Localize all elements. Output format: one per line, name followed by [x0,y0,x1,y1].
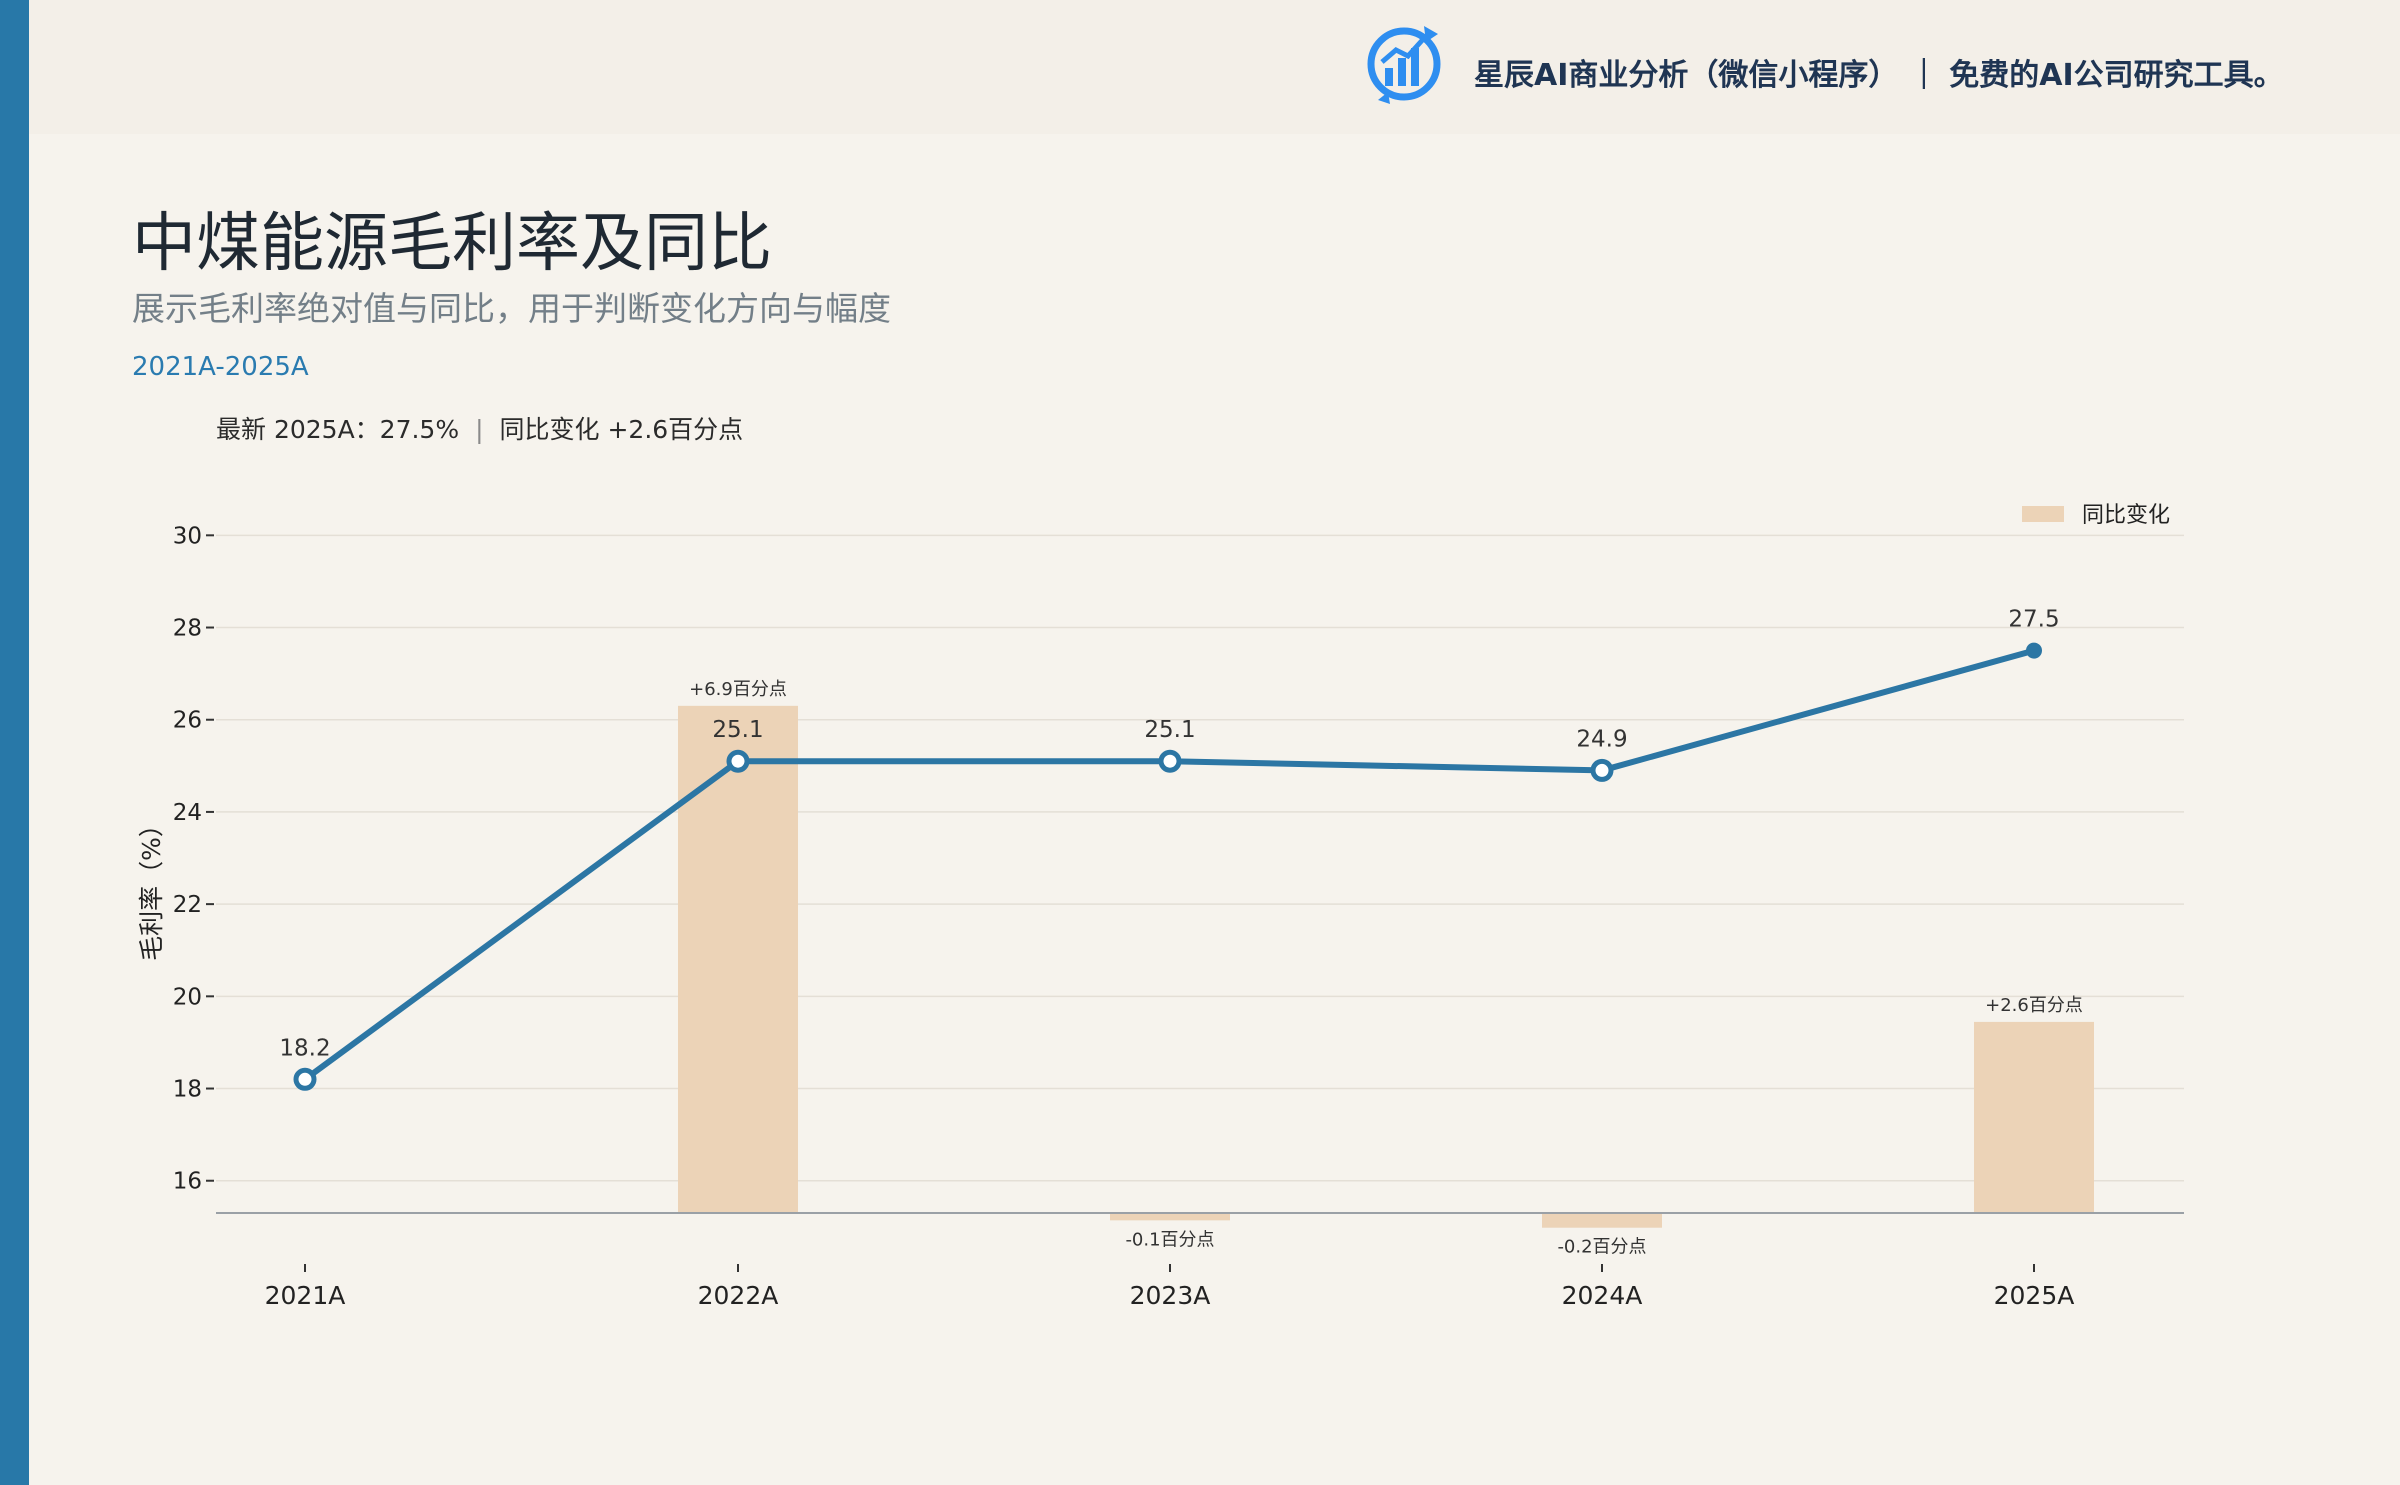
yoy-bar [1542,1213,1662,1228]
y-tick-label: 28 [173,616,202,642]
line-data-label: 27.5 [2008,607,2059,633]
y-tick-label: 22 [173,892,202,918]
y-tick-label: 24 [173,800,202,826]
y-tick-label: 20 [173,984,202,1010]
line-point [1590,758,1614,782]
y-axis-label: 毛利率（%） [137,812,166,961]
legend-swatch [2022,506,2064,522]
yoy-bar [678,705,798,1213]
x-tick-label: 2022A [698,1281,779,1310]
bar-data-label: -0.1百分点 [1125,1229,1214,1250]
x-tick-label: 2021A [265,1281,346,1310]
y-tick-label: 30 [173,523,202,549]
legend-label: 同比变化 [2082,503,2170,528]
bar-data-label: -0.2百分点 [1557,1237,1646,1258]
line-data-label: 25.1 [1144,717,1195,743]
x-tick-label: 2023A [1130,1281,1211,1310]
x-tick-label: 2025A [1994,1281,2075,1310]
y-tick-label: 16 [173,1169,202,1195]
line-point [1158,749,1182,773]
line-data-label: 24.9 [1576,726,1627,752]
line-data-label: 25.1 [712,717,763,743]
yoy-bar [1974,1021,2094,1213]
margin-chart: 16 18 20 22 24 26 28 30 毛利率（%） +6.9百分点 -0.1百分点 -0.2… [137,503,2184,1310]
bar-data-label: +2.6百分点 [1985,995,2083,1016]
line-point [726,749,750,773]
line-point [293,1067,317,1091]
bar-data-label: +6.9百分点 [689,679,787,700]
y-tick-label: 18 [173,1077,202,1103]
x-tick-label: 2024A [1562,1281,1643,1310]
y-tick-label: 26 [173,708,202,734]
line-data-label: 18.2 [279,1035,330,1061]
yoy-bar [1110,1213,1230,1221]
line-point-latest [2026,642,2042,659]
margin-line [303,647,2035,1082]
